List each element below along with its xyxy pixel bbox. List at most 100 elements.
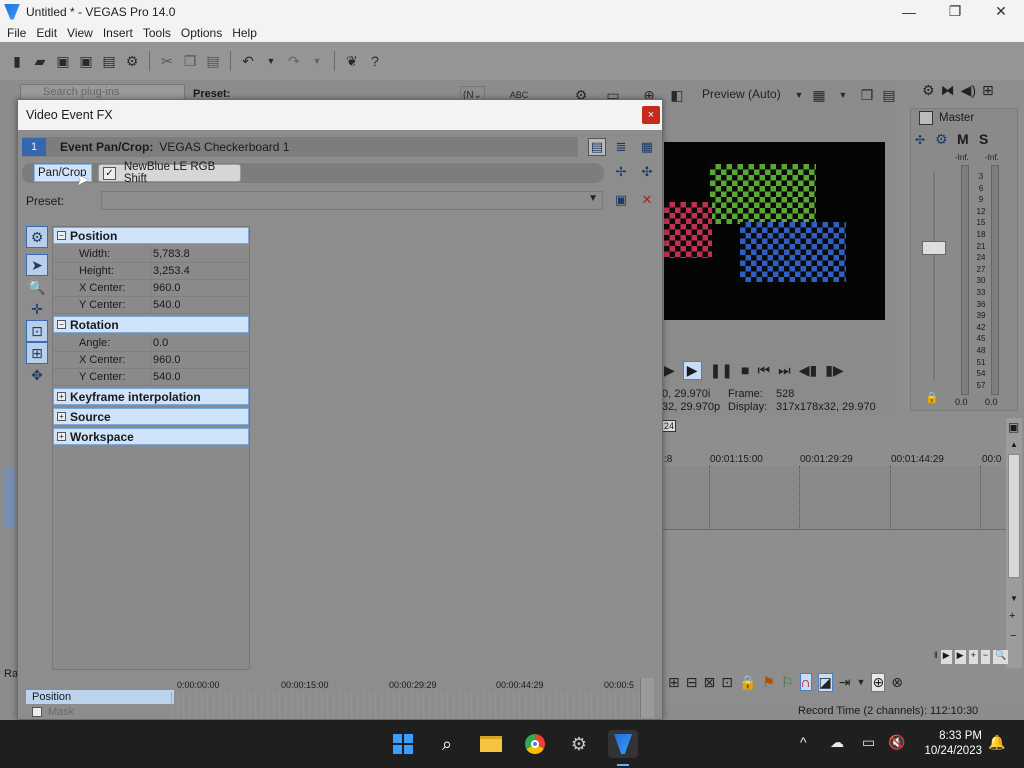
- lock-icon[interactable]: 🔒: [925, 391, 939, 404]
- preview-quality-dropdown-icon[interactable]: ▼: [790, 86, 808, 104]
- zoom-in-icon[interactable]: +: [1009, 610, 1015, 622]
- scale-about-center-icon[interactable]: ✥: [26, 364, 48, 386]
- master-solo-button[interactable]: S: [979, 131, 988, 147]
- menu-tools[interactable]: Tools: [138, 26, 176, 40]
- properties-icon[interactable]: ❦: [343, 52, 361, 70]
- collapse-icon[interactable]: −: [57, 320, 66, 329]
- expand-icon[interactable]: +: [57, 392, 66, 401]
- fx-enable-checkbox[interactable]: ✓: [103, 166, 116, 180]
- overlays-dropdown-icon[interactable]: ▼: [834, 86, 852, 104]
- region-icon[interactable]: ⚐: [781, 674, 794, 691]
- copy-snapshot-icon[interactable]: ❐: [858, 86, 876, 104]
- lock-aspect-icon[interactable]: ⊞: [26, 342, 48, 364]
- remove-fx-icon[interactable]: ✣: [638, 163, 656, 181]
- view-list-icon[interactable]: ▤: [588, 138, 606, 156]
- save-as-icon[interactable]: ▣: [77, 52, 95, 70]
- zoom-edit-tool-icon[interactable]: 🔍: [26, 276, 48, 298]
- undo-icon[interactable]: ↶: [239, 52, 257, 70]
- ripple-edit-icon[interactable]: ⇥: [839, 674, 851, 691]
- zoom-out-icon[interactable]: −: [1010, 630, 1016, 642]
- menu-view[interactable]: View: [62, 26, 98, 40]
- group-rotation[interactable]: − Rotation: [53, 316, 249, 333]
- next-frame-icon[interactable]: ▮▶: [825, 362, 843, 379]
- delete-preset-icon[interactable]: ✕: [638, 191, 656, 209]
- paste-icon[interactable]: ▤: [204, 52, 222, 70]
- group-keyframe-interpolation[interactable]: + Keyframe interpolation: [53, 388, 249, 405]
- redo-icon[interactable]: ↷: [285, 52, 303, 70]
- master-properties-icon[interactable]: ⊞: [982, 82, 994, 99]
- zoom-in-h-icon[interactable]: +: [968, 650, 978, 664]
- cut-icon[interactable]: ✂: [158, 52, 176, 70]
- timeline-marker[interactable]: 24: [662, 420, 676, 432]
- scroll-end-icon[interactable]: ▶: [954, 650, 966, 664]
- keyframe-track-mask[interactable]: Mask: [26, 705, 174, 719]
- master-fx-icon[interactable]: ⚙: [922, 82, 935, 99]
- collapse-icon[interactable]: −: [57, 231, 66, 240]
- width-field[interactable]: 5,783.8: [150, 245, 249, 263]
- volume-muted-icon[interactable]: 🔇: [888, 734, 905, 751]
- clock[interactable]: 8:33 PM 10/24/2023: [924, 729, 982, 759]
- file-explorer-icon[interactable]: [477, 730, 505, 758]
- move-freely-icon[interactable]: ⊡: [26, 320, 48, 342]
- preset-select[interactable]: ▼: [101, 191, 603, 210]
- scroll-down-icon[interactable]: ▼: [1010, 594, 1018, 603]
- scroll-thumb[interactable]: [1008, 454, 1020, 578]
- y-center-field[interactable]: 540.0: [150, 296, 249, 314]
- restore-button[interactable]: ❐: [932, 0, 978, 23]
- show-hidden-icons-icon[interactable]: ^: [800, 734, 807, 750]
- prev-frame-icon[interactable]: ◀▮: [799, 362, 817, 379]
- lock-tracks-icon[interactable]: ⊕: [871, 672, 886, 692]
- scroll-left-icon[interactable]: ‖: [934, 650, 938, 664]
- stop-icon[interactable]: ■: [741, 362, 749, 378]
- plugin-search-input[interactable]: Search plug-ins: [20, 84, 185, 100]
- zoom-out-h-icon[interactable]: −: [980, 650, 991, 664]
- play-icon[interactable]: ▶: [682, 360, 702, 380]
- keyframe-timeline[interactable]: [171, 692, 641, 718]
- keyframe-scrollbar[interactable]: [640, 678, 654, 718]
- preview-quality-select[interactable]: Preview (Auto): [702, 87, 781, 101]
- new-file-icon[interactable]: ▮: [8, 52, 26, 70]
- angle-field[interactable]: 0.0: [150, 334, 249, 352]
- display-icon[interactable]: ▭: [862, 734, 875, 751]
- track-area[interactable]: [662, 466, 1006, 530]
- expand-icon[interactable]: +: [57, 412, 66, 421]
- ripple-dropdown-icon[interactable]: ▼: [857, 677, 866, 687]
- start-windows-icon[interactable]: [389, 730, 417, 758]
- undo-dropdown-icon[interactable]: ▼: [262, 52, 280, 70]
- master-fx-button-icon[interactable]: ⚙: [935, 131, 948, 148]
- save-preset-icon[interactable]: ▣: [612, 191, 630, 209]
- render-icon[interactable]: ▤: [100, 52, 118, 70]
- go-to-end-icon[interactable]: ⏭: [778, 362, 791, 379]
- scroll-right-icon[interactable]: ▶: [940, 650, 952, 664]
- group-workspace[interactable]: + Workspace: [53, 428, 249, 445]
- pan-icon[interactable]: ✣: [915, 133, 925, 147]
- mask-checkbox[interactable]: [32, 707, 42, 717]
- normal-edit-tool-icon[interactable]: ➤: [26, 254, 48, 276]
- normal-edit-tool-icon[interactable]: ⊞: [668, 674, 680, 691]
- timeline-vertical-scrollbar[interactable]: ▣ ▲ ▼ + −: [1006, 418, 1022, 668]
- zoom-h-icon[interactable]: 🔍: [993, 650, 1009, 664]
- search-icon[interactable]: ⌕: [433, 730, 461, 758]
- fx-newblue-tab[interactable]: ✓ NewBlue LE RGB Shift: [98, 161, 241, 185]
- menu-edit[interactable]: Edit: [31, 26, 62, 40]
- downmix-icon[interactable]: ⧓: [941, 82, 955, 99]
- enable-rotation-icon[interactable]: ✛: [26, 298, 48, 320]
- minimize-button[interactable]: —: [886, 0, 932, 23]
- mute-all-icon[interactable]: ◀): [961, 82, 976, 99]
- menu-insert[interactable]: Insert: [98, 26, 138, 40]
- menu-options[interactable]: Options: [176, 26, 227, 40]
- master-mute-button[interactable]: M: [957, 131, 969, 147]
- keyframe-track-position[interactable]: Position: [26, 690, 174, 704]
- auto-crossfade-icon[interactable]: ◪: [817, 672, 833, 692]
- rotation-x-center-field[interactable]: 960.0: [150, 351, 249, 369]
- menu-file[interactable]: File: [2, 26, 31, 40]
- ripple-icon[interactable]: ⊟: [686, 674, 698, 691]
- network-icon[interactable]: ☁: [830, 734, 844, 751]
- scroll-up-icon[interactable]: ▲: [1010, 440, 1018, 449]
- group-position[interactable]: − Position: [53, 227, 249, 244]
- chrome-icon[interactable]: [521, 730, 549, 758]
- event-grouping-icon[interactable]: ⊗: [891, 674, 903, 691]
- notification-bell-icon[interactable]: 🔔: [988, 734, 1005, 751]
- insert-fx-icon[interactable]: ✢: [612, 163, 630, 181]
- tracks-list-icon[interactable]: ▣: [1008, 420, 1019, 434]
